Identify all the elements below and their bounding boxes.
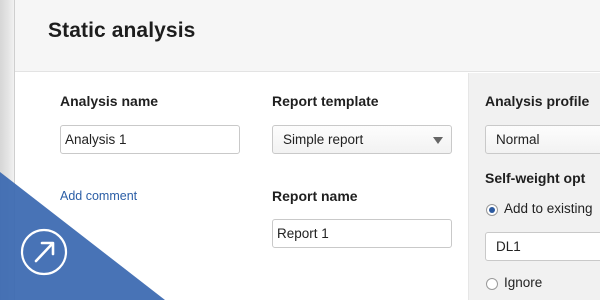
analysis-name-input[interactable]: Analysis 1 <box>60 125 240 154</box>
analysis-profile-label: Analysis profile <box>485 93 590 109</box>
add-to-existing-radio[interactable] <box>486 204 498 216</box>
report-name-label: Report name <box>272 188 358 204</box>
analysis-options-panel: Analysis profile Normal Self-weight opt … <box>468 73 600 300</box>
window-left-edge <box>0 0 14 300</box>
ignore-label: Ignore <box>504 275 543 290</box>
ignore-radio[interactable] <box>486 278 498 290</box>
load-case-input[interactable]: DL1 <box>485 232 600 261</box>
report-template-value: Simple report <box>283 132 364 147</box>
analysis-form: Analysis name Analysis 1 Add comment Rep… <box>36 73 468 300</box>
dialog-header: Static analysis <box>15 0 600 72</box>
static-analysis-dialog: Static analysis Analysis name Analysis 1… <box>14 0 600 300</box>
report-template-label: Report template <box>272 93 379 109</box>
chevron-down-icon <box>433 137 443 144</box>
report-template-select[interactable]: Simple report <box>272 125 452 154</box>
analysis-profile-value: Normal <box>496 132 540 147</box>
report-name-input[interactable]: Report 1 <box>272 219 452 248</box>
page-title: Static analysis <box>48 19 196 42</box>
add-to-existing-label: Add to existing <box>504 201 593 216</box>
self-weight-options-label: Self-weight opt <box>485 170 586 186</box>
analysis-name-label: Analysis name <box>60 93 159 109</box>
add-comment-link[interactable]: Add comment <box>60 189 137 203</box>
analysis-profile-select[interactable]: Normal <box>485 125 600 154</box>
